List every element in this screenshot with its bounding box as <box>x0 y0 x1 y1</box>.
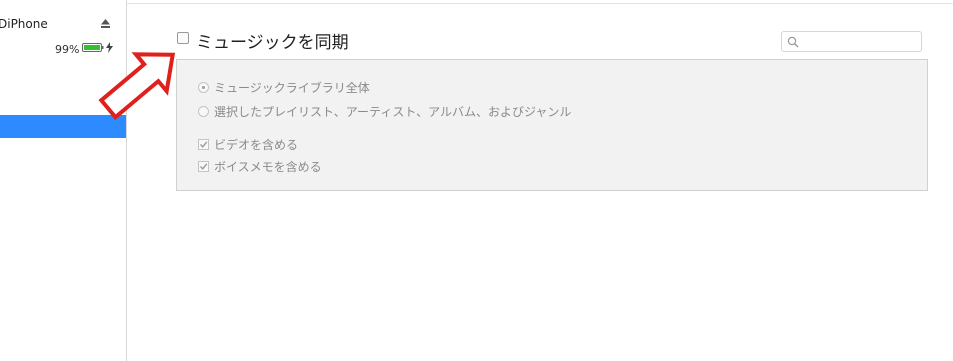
annotation-arrow-icon <box>98 52 176 120</box>
checkbox-checked[interactable] <box>198 161 209 172</box>
radio-button-selected[interactable] <box>198 82 209 93</box>
checkbox-include-videos-label: ビデオを含める <box>214 138 299 152</box>
device-name[interactable]: DiPhone <box>0 17 48 31</box>
radio-entire-library-label: ミュージックライブラリ全体 <box>214 81 370 95</box>
checkbox-include-voice-memos-label: ボイスメモを含める <box>214 160 322 174</box>
checkbox-checked[interactable] <box>198 139 209 150</box>
radio-selected-items-label: 選択したプレイリスト、アーティスト、アルバム、およびジャンル <box>214 105 572 119</box>
top-divider <box>0 3 953 4</box>
radio-entire-library[interactable]: ミュージックライブラリ全体 <box>198 79 370 96</box>
sync-music-title[interactable]: ミュージックを同期 <box>196 28 349 53</box>
checkbox-include-voice-memos[interactable]: ボイスメモを含める <box>198 158 322 175</box>
search-input[interactable] <box>802 34 918 49</box>
search-icon <box>787 36 799 48</box>
eject-icon[interactable] <box>100 18 111 29</box>
radio-selected-items[interactable]: 選択したプレイリスト、アーティスト、アルバム、およびジャンル <box>198 103 571 120</box>
radio-button[interactable] <box>198 106 209 117</box>
checkmark-icon <box>199 141 208 148</box>
search-field[interactable] <box>781 31 922 52</box>
battery-percentage: 99% <box>55 43 80 56</box>
checkmark-icon <box>199 163 208 170</box>
checkbox-include-videos[interactable]: ビデオを含める <box>198 136 298 153</box>
